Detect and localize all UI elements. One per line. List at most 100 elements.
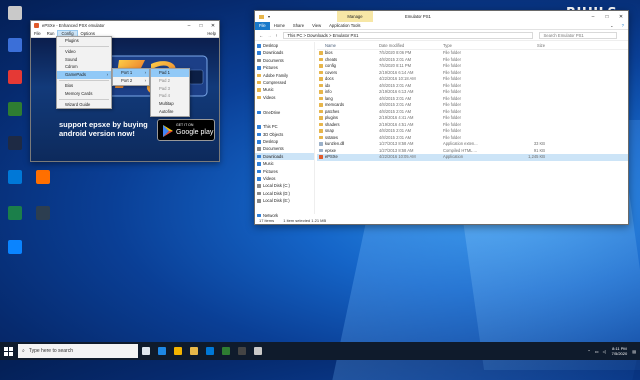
- address-bar[interactable]: This PC > Downloads > Emulator PS1: [283, 31, 534, 39]
- minimize-icon[interactable]: –: [586, 14, 600, 20]
- close-icon[interactable]: ✕: [207, 23, 219, 29]
- taskbar-app-button[interactable]: [218, 342, 234, 360]
- chevron-down-icon[interactable]: ⌄: [606, 23, 618, 28]
- menu-item-bios[interactable]: Bios: [57, 82, 111, 90]
- menu-item-autofire[interactable]: Autofire: [151, 108, 189, 116]
- menu-item-memory-cards[interactable]: Memory Cards: [57, 90, 111, 98]
- desktop-shortcut[interactable]: [30, 170, 56, 185]
- nav-item[interactable]: OneDrive: [255, 109, 314, 116]
- desktop-shortcut[interactable]: [2, 170, 28, 185]
- taskbar-app-button[interactable]: [186, 342, 202, 360]
- nav-item[interactable]: Videos: [255, 175, 314, 182]
- menu-item-cdrom[interactable]: Cdrom: [57, 63, 111, 71]
- header-name[interactable]: Name: [317, 42, 379, 49]
- help-icon[interactable]: ?: [618, 23, 628, 28]
- desktop-shortcut[interactable]: [2, 136, 28, 151]
- menu-item-video[interactable]: Video: [57, 48, 111, 56]
- nav-item[interactable]: Pictures: [255, 64, 314, 71]
- nav-item[interactable]: Adobe Family: [255, 72, 314, 79]
- menu-item-plugins[interactable]: Plugins: [57, 37, 111, 45]
- notifications-icon[interactable]: ▤: [632, 349, 636, 354]
- google-play-badge[interactable]: GET IT ON Google play: [157, 119, 215, 141]
- volume-icon[interactable]: ◁: [603, 349, 606, 354]
- file-name-text: cheats: [325, 56, 338, 62]
- nav-item[interactable]: This PC: [255, 123, 314, 130]
- nav-item-icon: [257, 199, 261, 203]
- desktop-shortcut[interactable]: [2, 38, 28, 53]
- nav-item[interactable]: Local Disk (C:): [255, 182, 314, 189]
- tab-application-tools[interactable]: Application Tools: [325, 23, 364, 28]
- desktop-shortcut[interactable]: [2, 102, 28, 117]
- taskbar-app-button[interactable]: [250, 342, 266, 360]
- back-arrow-icon[interactable]: ←: [259, 33, 263, 38]
- menu-item-port-1[interactable]: Port 1 ›: [113, 69, 149, 77]
- desktop-shortcut[interactable]: [2, 206, 28, 221]
- tab-view[interactable]: View: [308, 23, 325, 28]
- taskbar-app-button[interactable]: [202, 342, 218, 360]
- file-row[interactable]: ePSXe 4/22/2016 10:05 AM Application 1,245 …: [317, 154, 628, 161]
- clock[interactable]: 8:11 PM 7/5/2020: [612, 346, 628, 356]
- taskbar-search[interactable]: ⌕ Type here to search: [18, 344, 138, 358]
- tab-home[interactable]: Home: [270, 23, 289, 28]
- desktop-shortcut[interactable]: [30, 206, 56, 221]
- up-arrow-icon[interactable]: ↑: [275, 33, 277, 38]
- title-bar[interactable]: ▾ Manage Emulator PS1 – □ ✕: [255, 11, 628, 22]
- file-rows: bios 7/5/2020 8:06 PM File folder cheats 4/8…: [317, 50, 628, 161]
- desktop-shortcut[interactable]: [2, 70, 28, 85]
- quick-access-toolbar-icon[interactable]: ▾: [268, 14, 270, 19]
- taskbar-app-button[interactable]: [154, 342, 170, 360]
- nav-item[interactable]: Music: [255, 160, 314, 167]
- nav-item[interactable]: Downloads: [255, 49, 314, 56]
- tab-file[interactable]: File: [255, 21, 270, 30]
- minimize-icon[interactable]: –: [183, 23, 195, 29]
- menu-item-sound[interactable]: Sound: [57, 56, 111, 64]
- menu-item-pad-3[interactable]: Pad 3: [151, 85, 189, 93]
- file-explorer-window[interactable]: ▾ Manage Emulator PS1 – □ ✕ File Home Sh…: [254, 10, 629, 225]
- maximize-icon[interactable]: □: [195, 23, 207, 29]
- nav-item[interactable]: Compressed: [255, 79, 314, 86]
- nav-item[interactable]: Documents: [255, 145, 314, 152]
- menu-item-pad-2[interactable]: Pad 2: [151, 77, 189, 85]
- nav-item[interactable]: Local Disk (D:): [255, 190, 314, 197]
- desktop-shortcut[interactable]: [2, 240, 28, 255]
- nav-item[interactable]: 3D Objects: [255, 131, 314, 138]
- taskbar-app-button[interactable]: [234, 342, 250, 360]
- menu-item-pad-4[interactable]: Pad 4: [151, 92, 189, 100]
- header-date[interactable]: Date modified: [379, 42, 443, 49]
- nav-item[interactable]: Downloads: [255, 152, 314, 161]
- menu-item-multitap[interactable]: Multitap: [151, 100, 189, 108]
- search-input[interactable]: Search Emulator PS1: [539, 31, 618, 39]
- menu-item-port-2[interactable]: Port 2 ›: [113, 77, 149, 85]
- nav-item[interactable]: Videos: [255, 94, 314, 101]
- tab-share[interactable]: Share: [289, 23, 308, 28]
- file-name-text: lang: [325, 95, 333, 101]
- desktop-shortcut[interactable]: [2, 6, 28, 21]
- folder-icon: [319, 51, 323, 55]
- port-submenu: Pad 1 Pad 2 Pad 3 Pad 4 Multitap Autofir…: [150, 68, 190, 117]
- title-bar[interactable]: ePSXe - Enhanced PSX emulator – □ ✕: [31, 21, 219, 30]
- nav-item[interactable]: Desktop: [255, 138, 314, 145]
- menu-help[interactable]: Help: [204, 31, 219, 36]
- nav-item[interactable]: Music: [255, 86, 314, 93]
- start-button[interactable]: [0, 342, 16, 360]
- maximize-icon[interactable]: □: [600, 14, 614, 20]
- menu-separator: [59, 45, 109, 47]
- menu-item-pad-1[interactable]: Pad 1: [151, 69, 189, 77]
- nav-item[interactable]: Pictures: [255, 168, 314, 175]
- chevron-up-icon[interactable]: ⌃: [587, 349, 590, 354]
- nav-item[interactable]: Desktop: [255, 42, 314, 49]
- nav-item[interactable]: Documents: [255, 57, 314, 64]
- menu-item-wizard-guide[interactable]: Wizard Guide: [57, 101, 111, 109]
- nav-item[interactable]: Local Disk (E:): [255, 197, 314, 204]
- taskbar-app-button[interactable]: [170, 342, 186, 360]
- play-store-icon: [163, 125, 173, 137]
- menu-file[interactable]: File: [31, 31, 44, 36]
- menu-item-gamepads[interactable]: GamePads ›: [57, 71, 111, 79]
- header-size[interactable]: Size: [507, 42, 545, 49]
- close-icon[interactable]: ✕: [614, 14, 628, 20]
- forward-arrow-icon[interactable]: →: [267, 33, 271, 38]
- network-icon[interactable]: ▭: [595, 349, 599, 354]
- header-type[interactable]: Type: [443, 42, 507, 49]
- taskbar-app-button[interactable]: [138, 342, 154, 360]
- manage-tab[interactable]: Manage: [337, 11, 373, 22]
